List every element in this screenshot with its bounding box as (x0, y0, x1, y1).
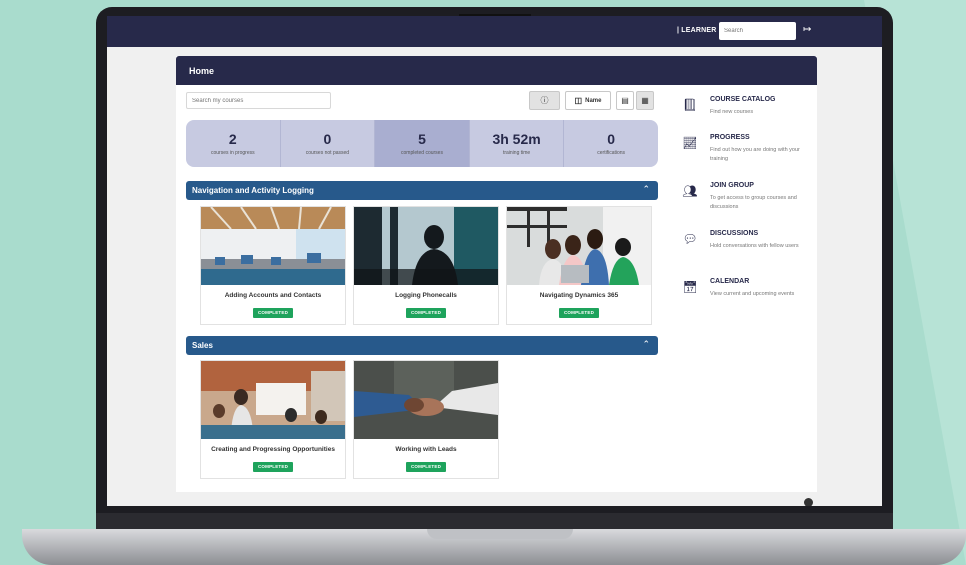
global-search-input[interactable] (719, 22, 796, 40)
grid-view-icon: ▦ (641, 96, 649, 105)
help-icon[interactable] (804, 498, 813, 506)
course-thumbnail (354, 207, 498, 285)
menu-title: PROGRESS (710, 134, 750, 141)
section-title: Sales (192, 341, 213, 350)
sort-label: Name (585, 97, 602, 104)
course-title: Logging Phonecalls (395, 292, 457, 299)
list-view-icon: ▤ (621, 96, 629, 105)
menu-title: DISCUSSIONS (710, 230, 759, 237)
menu-desc: To get access to group courses and discu… (710, 195, 797, 210)
database-icon: ◫ (574, 96, 583, 105)
course-title: Navigating Dynamics 365 (539, 292, 619, 299)
info-button[interactable]: ⓘ (529, 91, 560, 110)
stat-value: 2 (228, 130, 237, 147)
menu-title: CALENDAR (710, 278, 750, 285)
stat-courses-in-progress[interactable]: 2 courses in progress (186, 120, 281, 167)
stat-courses-not-passed[interactable]: 0 courses not passed (281, 120, 376, 167)
chat-icon: 💬︎ (682, 232, 698, 246)
app-screen: | LEARNER ↦ Home ⓘ ◫ Name ▤ ▦ 2 courses … (107, 16, 882, 506)
course-title: Adding Accounts and Contacts (224, 292, 322, 299)
stat-label: courses in progress (210, 149, 255, 156)
course-thumbnail (354, 361, 498, 439)
course-card[interactable]: Adding Accounts and Contacts COMPLETED (200, 206, 346, 325)
status-badge: COMPLETED (253, 308, 293, 318)
stat-label: courses not passed (305, 149, 350, 156)
course-card[interactable]: Working with Leads COMPLETED (353, 360, 499, 479)
laptop-hinge (96, 513, 893, 530)
menu-desc: View current and upcoming events (710, 291, 795, 297)
course-card[interactable]: Logging Phonecalls COMPLETED (353, 206, 499, 325)
top-bar: | LEARNER ↦ (107, 16, 882, 47)
sign-out-icon[interactable]: ↦ (803, 24, 811, 35)
list-view-button[interactable]: ▤ (616, 91, 634, 110)
stat-label: training time (502, 149, 531, 156)
status-badge: COMPLETED (253, 462, 293, 472)
course-thumbnail (201, 361, 345, 439)
stats-panel: 2 courses in progress 0 courses not pass… (186, 120, 658, 167)
card-header: Home (176, 56, 817, 85)
course-thumbnail (201, 207, 345, 285)
section-header-navigation[interactable]: Navigation and Activity Logging ⌃ (186, 181, 658, 200)
menu-desc: Hold conversations with fellow users (710, 243, 799, 249)
course-thumbnail (507, 207, 651, 285)
section-title: Navigation and Activity Logging (192, 186, 314, 195)
course-search-input[interactable] (186, 92, 331, 109)
book-icon: 📕︎ (682, 98, 698, 112)
stat-label: completed courses (401, 149, 443, 156)
course-title: Creating and Progressing Opportunities (211, 446, 335, 453)
status-badge: COMPLETED (406, 308, 446, 318)
stat-label: certifications (597, 149, 626, 156)
status-badge: COMPLETED (559, 308, 599, 318)
chevron-up-icon[interactable]: ⌃ (642, 339, 650, 350)
course-title: Working with Leads (395, 446, 457, 453)
course-card[interactable]: Creating and Progressing Opportunities C… (200, 360, 346, 479)
grid-view-button[interactable]: ▦ (636, 91, 654, 110)
course-card[interactable]: Navigating Dynamics 365 COMPLETED (506, 206, 652, 325)
menu-title: JOIN GROUP (710, 182, 754, 189)
stat-value: 0 (607, 130, 616, 147)
calendar-icon: 📅︎ (682, 280, 698, 294)
sort-by-name-button[interactable]: ◫ Name (565, 91, 611, 110)
laptop-base-notch (427, 529, 573, 539)
stat-training-time[interactable]: 3h 52m training time (470, 120, 565, 167)
stat-value: 0 (323, 130, 332, 147)
stat-value: 3h 52m (492, 130, 541, 147)
home-card: Home ⓘ ◫ Name ▤ ▦ 2 courses in progress … (176, 56, 817, 492)
status-badge: COMPLETED (406, 462, 446, 472)
menu-desc: Find new courses (710, 109, 754, 115)
group-icon: 👥︎ (682, 184, 698, 198)
info-icon: ⓘ (540, 96, 549, 105)
stat-certifications[interactable]: 0 certifications (564, 120, 658, 167)
progress-chart-icon: 📈︎ (682, 136, 698, 150)
stat-completed-courses[interactable]: 5 completed courses (375, 120, 470, 167)
chevron-up-icon[interactable]: ⌃ (642, 184, 650, 195)
stat-value: 5 (418, 130, 426, 147)
page-title: Home (189, 66, 215, 76)
menu-title: COURSE CATALOG (710, 96, 776, 103)
menu-desc: Find out how you are doing with your tra… (710, 147, 800, 162)
role-label: | LEARNER (677, 27, 717, 34)
section-header-sales[interactable]: Sales ⌃ (186, 336, 658, 355)
